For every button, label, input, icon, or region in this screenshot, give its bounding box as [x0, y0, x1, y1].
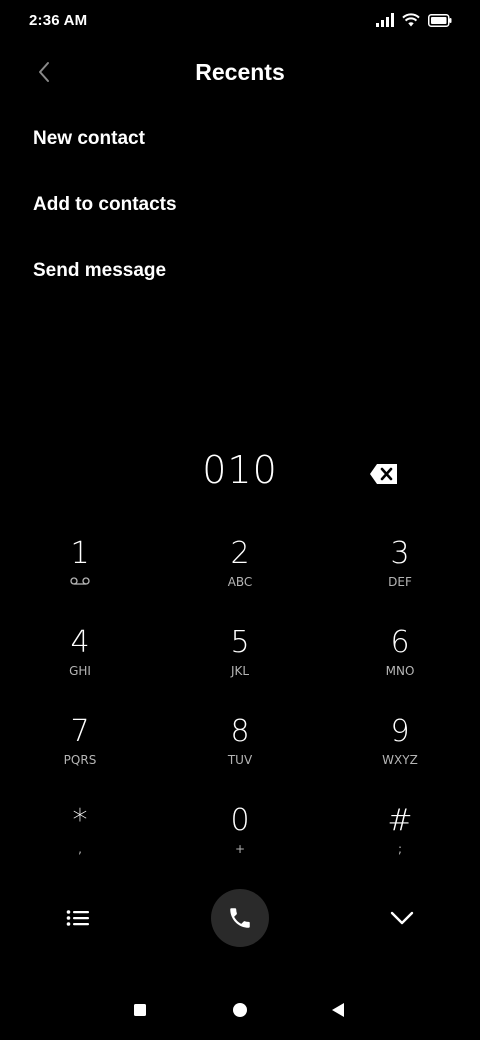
key-letters: WXYZ: [382, 753, 418, 767]
key-letters: TUV: [227, 753, 253, 767]
backspace-icon: [370, 464, 397, 484]
status-bar: 2:36 AM: [0, 0, 480, 44]
key-6[interactable]: 6 MNO: [350, 625, 450, 695]
key-letters: MNO: [385, 664, 415, 678]
signal-icon: [376, 13, 394, 27]
key-4[interactable]: 4 GHI: [30, 625, 130, 695]
key-digit: 1: [70, 536, 90, 571]
key-1[interactable]: 1: [30, 536, 130, 606]
key-letters: ABC: [227, 575, 253, 589]
battery-icon: [428, 13, 452, 27]
phone-icon: [230, 908, 250, 928]
backspace-button[interactable]: [368, 460, 400, 488]
dialed-number: 010: [202, 448, 278, 492]
collapse-keypad-button[interactable]: [384, 900, 420, 936]
square-icon: [134, 1004, 146, 1016]
key-digit: *: [72, 803, 88, 838]
key-digit: 0: [230, 803, 250, 838]
key-5[interactable]: 5 JKL: [190, 625, 290, 695]
key-digit: 5: [230, 625, 250, 660]
call-button[interactable]: [211, 889, 269, 947]
add-to-contacts-option[interactable]: Add to contacts: [33, 194, 177, 216]
new-contact-option[interactable]: New contact: [33, 128, 145, 150]
key-letters: ,: [78, 842, 82, 856]
status-icons: [376, 13, 452, 27]
key-digit: 3: [390, 536, 410, 571]
key-hash[interactable]: # ;: [350, 803, 450, 873]
recents-nav-button[interactable]: [125, 995, 155, 1025]
key-0[interactable]: 0 +: [190, 803, 290, 873]
key-7[interactable]: 7 PQRS: [30, 714, 130, 784]
list-icon: [66, 910, 89, 926]
header: Recents: [0, 50, 480, 96]
key-letters: GHI: [69, 664, 91, 678]
key-letters: JKL: [230, 664, 250, 678]
voicemail-icon: [30, 574, 130, 590]
key-letters: DEF: [388, 575, 412, 589]
key-digit: 7: [70, 714, 90, 749]
back-nav-button[interactable]: [323, 995, 353, 1025]
key-letters: +: [234, 842, 246, 856]
key-8[interactable]: 8 TUV: [190, 714, 290, 784]
status-time: 2:36 AM: [29, 12, 88, 29]
key-letters: PQRS: [63, 753, 97, 767]
key-star[interactable]: * ,: [30, 803, 130, 873]
key-digit: 4: [70, 625, 90, 660]
home-nav-button[interactable]: [225, 995, 255, 1025]
page-title: Recents: [195, 59, 285, 85]
key-9[interactable]: 9 WXYZ: [350, 714, 450, 784]
menu-list-button[interactable]: [60, 900, 96, 936]
key-digit: #: [387, 803, 413, 838]
chevron-down-icon: [390, 911, 414, 925]
key-digit: 8: [230, 714, 250, 749]
key-digit: 6: [390, 625, 410, 660]
triangle-back-icon: [332, 1003, 344, 1017]
key-3[interactable]: 3 DEF: [350, 536, 450, 606]
key-letters: ;: [397, 842, 403, 856]
key-2[interactable]: 2 ABC: [190, 536, 290, 606]
key-digit: 2: [230, 536, 250, 571]
wifi-icon: [402, 13, 420, 27]
key-digit: 9: [390, 714, 410, 749]
send-message-option[interactable]: Send message: [33, 260, 166, 282]
circle-icon: [233, 1003, 247, 1017]
